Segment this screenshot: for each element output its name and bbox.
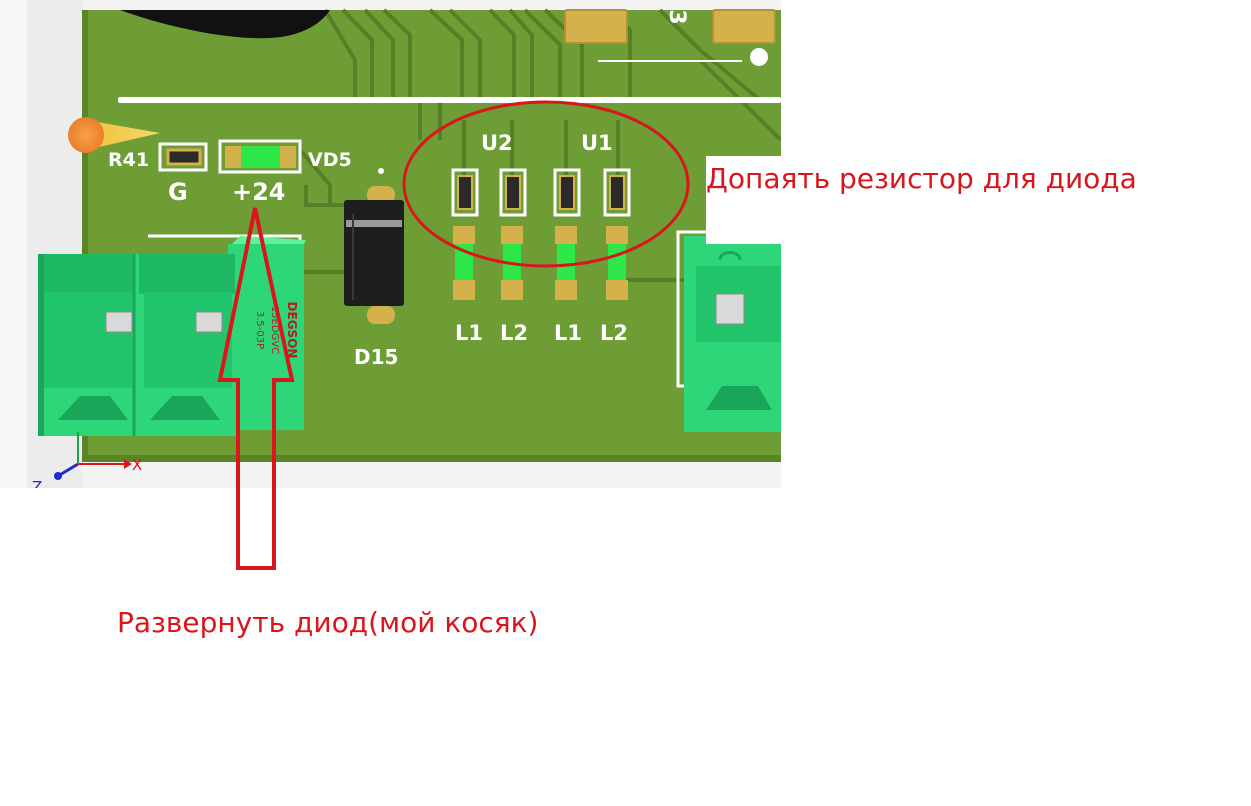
top-pad-right [712,9,776,44]
label-u1: U1 [581,131,613,155]
label-u2: U2 [481,131,513,155]
annotation-resistor-note: Допаять резистор для диода [706,162,1137,195]
label-l1-left: L1 [455,321,483,345]
annotation-arrow-shaft [236,488,276,570]
label-l2-left: L2 [500,321,528,345]
label-l2-right: L2 [600,321,628,345]
terminal-block-right [676,230,781,432]
top-digit-label: 3 [664,9,689,24]
top-pad-left [564,9,628,44]
annotation-diode-note: Развернуть диод(мой косяк) [117,606,539,639]
label-l1-right: L1 [554,321,582,345]
